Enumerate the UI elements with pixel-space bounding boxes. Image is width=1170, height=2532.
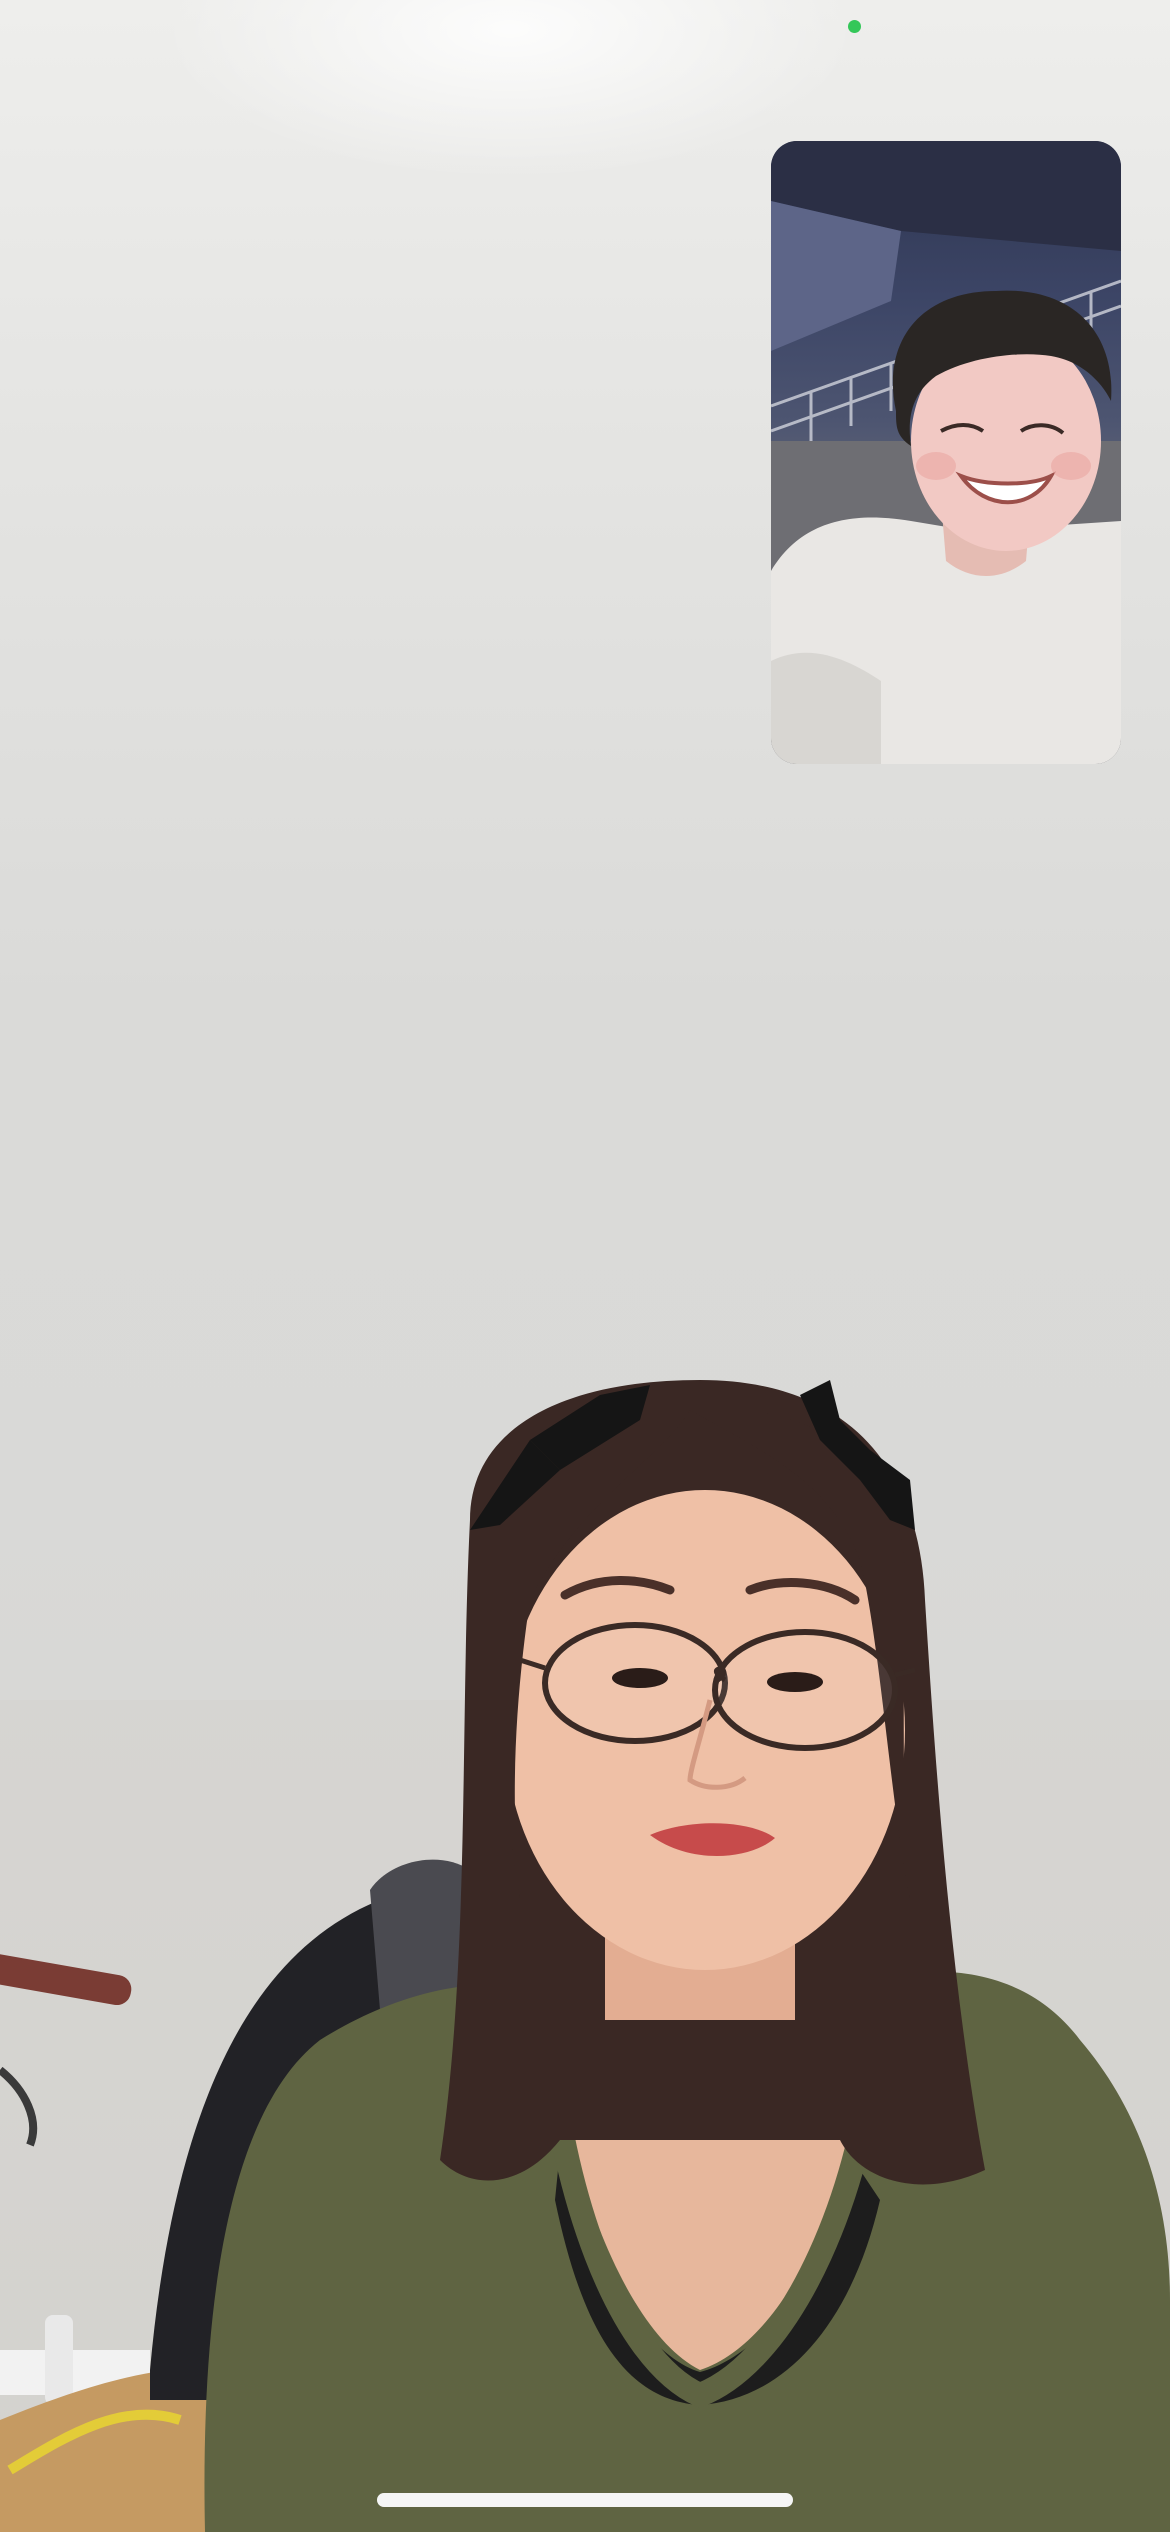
video-call-screen bbox=[0, 0, 1170, 2532]
self-video-preview[interactable] bbox=[771, 141, 1121, 764]
home-indicator-bar[interactable] bbox=[377, 2493, 793, 2507]
camera-in-use-indicator bbox=[848, 20, 861, 33]
